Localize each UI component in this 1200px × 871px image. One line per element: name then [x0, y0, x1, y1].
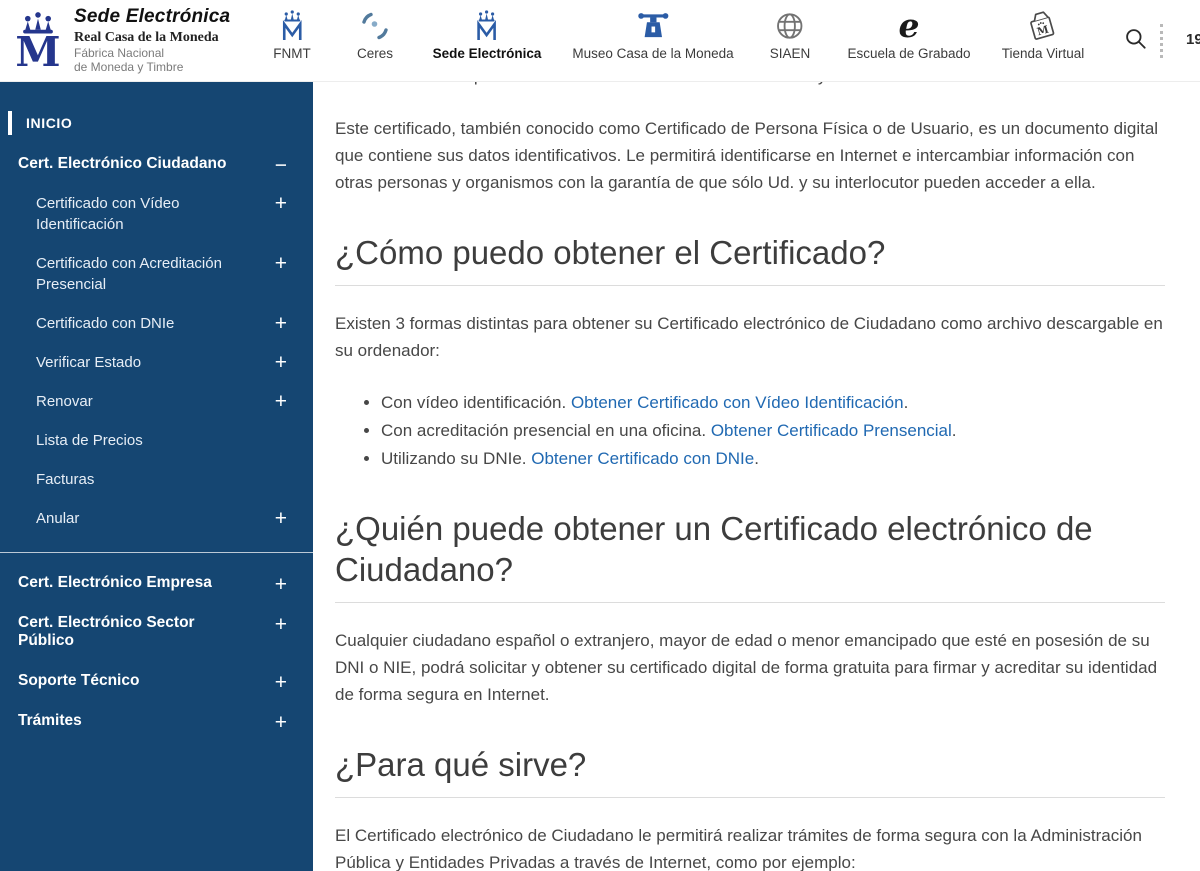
coin-press-icon — [572, 7, 733, 45]
sidebar-item-facturas[interactable]: Facturas — [0, 460, 313, 499]
expand-plus-icon[interactable]: + — [275, 508, 287, 529]
sidebar-item-label: Cert. Electrónico Empresa — [18, 574, 212, 591]
bullet-text: Utilizando su DNIe. — [381, 449, 532, 468]
collapse-minus-icon[interactable]: − — [275, 155, 287, 176]
intro-paragraph: Este certificado, también conocido como … — [335, 119, 1159, 192]
bullet-after: . — [951, 421, 957, 440]
sidebar-item-soporte-tecnico[interactable]: Soporte Técnico + — [0, 661, 313, 701]
sidebar-item-label: Verificar Estado — [36, 354, 142, 371]
topnav-item-label: Ceres — [356, 46, 394, 61]
expand-plus-icon[interactable]: + — [275, 313, 287, 334]
sidebar-item-cert-electronico-empresa[interactable]: Cert. Electrónico Empresa + — [0, 563, 313, 603]
brand-title: Sede Electrónica — [74, 6, 231, 27]
link-certificado-dnie[interactable]: Obtener Certificado con DNIe — [531, 449, 754, 468]
section-paragraph: Cualquier ciudadano español o extranjero… — [335, 631, 1158, 704]
sidebar-item-certificado-video-identificacion[interactable]: Certificado con Vídeo Identificación + — [0, 184, 313, 244]
sidebar-item-anular[interactable]: Anular + — [0, 499, 313, 538]
ceres-arcs-icon — [357, 7, 393, 45]
crown-m-icon — [273, 7, 311, 45]
shopping-box-icon: M — [1002, 7, 1085, 45]
expand-plus-icon[interactable]: + — [275, 253, 287, 274]
topnav-item-tienda-virtual[interactable]: M Tienda Virtual — [1001, 7, 1085, 61]
sidebar-item-label: Facturas — [36, 471, 95, 488]
sidebar-item-label: Soporte Técnico — [18, 672, 140, 689]
link-video-identificacion[interactable]: Obtener Certificado con Vídeo Identifica… — [571, 393, 904, 412]
brand-logo[interactable]: M Sede Electrónica Real Casa de la Moned… — [12, 6, 230, 74]
brand-subtitle: de Moneda y Timbre — [74, 60, 184, 74]
bullet-after: . — [754, 449, 759, 468]
bullet-after: . — [903, 393, 909, 412]
bullet-text: Con vídeo identificación. — [381, 393, 571, 412]
expand-plus-icon[interactable]: + — [275, 352, 287, 373]
list-item: Con vídeo identificación. Obtener Certif… — [381, 390, 1165, 416]
sidebar-item-renovar[interactable]: Renovar + — [0, 382, 313, 421]
sidebar-item-label: INICIO — [26, 115, 73, 131]
expand-plus-icon[interactable]: + — [275, 712, 287, 733]
list-item: Con acreditación presencial en una ofici… — [381, 418, 1165, 444]
content-area: vincula a su suscriptor con unos Datos d… — [335, 62, 1165, 871]
crown-m-logo-icon: M — [15, 12, 61, 71]
topnav-item-label: SIAEN — [769, 46, 811, 61]
top-header: M Sede Electrónica Real Casa de la Moned… — [0, 0, 1200, 82]
dotted-divider — [1160, 24, 1163, 58]
section-heading-para-que-sirve: ¿Para qué sirve? — [335, 744, 1165, 798]
sidebar-item-certificado-dnie[interactable]: Certificado con DNIe + — [0, 304, 313, 343]
sidebar-item-cert-electronico-sector-publico[interactable]: Cert. Electrónico Sector Público + — [0, 603, 313, 661]
sidebar-item-lista-de-precios[interactable]: Lista de Precios — [0, 421, 313, 460]
engraved-e-icon: e — [898, 6, 920, 45]
topnav-item-sede-electronica[interactable]: Sede Electrónica — [432, 7, 542, 61]
sidebar-item-label: Certificado con Vídeo Identificación — [36, 195, 180, 233]
sidebar-item-verificar-estado[interactable]: Verificar Estado + — [0, 343, 313, 382]
sidebar-item-tramites[interactable]: Trámites + — [0, 701, 313, 741]
search-icon[interactable] — [1123, 26, 1149, 57]
sidebar-item-label: Certificado con Acreditación Presencial — [36, 255, 222, 293]
sidebar-item-inicio[interactable]: INICIO — [0, 104, 313, 144]
sidebar-item-label: Cert. Electrónico Ciudadano — [18, 155, 227, 172]
sidebar-item-certificado-acreditacion-presencial[interactable]: Certificado con Acreditación Presencial … — [0, 244, 313, 304]
bullet-text: Con acreditación presencial en una ofici… — [381, 421, 711, 440]
active-indicator-bar — [8, 111, 12, 135]
topnav-item-label: Sede Electrónica — [432, 46, 542, 61]
topnav-item-label: Tienda Virtual — [1001, 46, 1085, 61]
expand-plus-icon[interactable]: + — [275, 574, 287, 595]
topnav-item-museo[interactable]: Museo Casa de la Moneda — [572, 7, 734, 61]
topnav-item-siaen[interactable]: SIAEN — [769, 7, 811, 61]
sidebar-item-label: Trámites — [18, 712, 82, 729]
expand-plus-icon[interactable]: + — [275, 391, 287, 412]
sidebar-item-label: Cert. Electrónico Sector Público — [18, 614, 195, 649]
sidebar-item-label: Certificado con DNIe — [36, 315, 175, 332]
crown-m-icon — [433, 7, 542, 45]
section-heading-quien-puede: ¿Quién puede obtener un Certificado elec… — [335, 508, 1165, 603]
svg-text:M: M — [15, 28, 60, 71]
sidebar-item-cert-electronico-ciudadano[interactable]: Cert. Electrónico Ciudadano − — [0, 144, 313, 184]
brand-subtitle: Real Casa de la Moneda — [74, 30, 219, 45]
brand-subtitle: Fábrica Nacional — [74, 46, 165, 60]
sidebar-item-label: Anular — [36, 510, 80, 527]
sidebar: INICIO Cert. Electrónico Ciudadano − Cer… — [0, 82, 313, 871]
expand-plus-icon[interactable]: + — [275, 614, 287, 635]
topnav-item-fnmt[interactable]: FNMT — [273, 7, 311, 61]
expand-plus-icon[interactable]: + — [275, 193, 287, 214]
expand-plus-icon[interactable]: + — [275, 672, 287, 693]
brand-text: Sede Electrónica Real Casa de la Moneda … — [74, 6, 230, 74]
list-item: Utilizando su DNIe. Obtener Certificado … — [381, 446, 1165, 472]
section-paragraph: El Certificado electrónico de Ciudadano … — [335, 826, 1142, 871]
topnav-item-label: Museo Casa de la Moneda — [572, 46, 734, 61]
link-certificado-presencial[interactable]: Obtener Certificado Prensencial — [711, 421, 952, 440]
section-paragraph: Existen 3 formas distintas para obtener … — [335, 314, 1163, 360]
section-heading-como-obtener: ¿Cómo puedo obtener el Certificado? — [335, 232, 1165, 286]
obtain-methods-list: Con vídeo identificación. Obtener Certif… — [335, 390, 1165, 472]
topnav-item-escuela-grabado[interactable]: e Escuela de Grabado — [847, 7, 970, 61]
sidebar-divider — [0, 552, 313, 553]
topnav-item-label: Escuela de Grabado — [847, 46, 971, 61]
clipped-header-text: 19 — [1186, 31, 1200, 48]
sidebar-item-label: Lista de Precios — [36, 432, 143, 449]
globe-icon — [770, 7, 811, 45]
sidebar-item-label: Renovar — [36, 393, 93, 410]
topnav-item-ceres[interactable]: Ceres — [357, 7, 393, 61]
topnav-item-label: FNMT — [273, 46, 311, 61]
